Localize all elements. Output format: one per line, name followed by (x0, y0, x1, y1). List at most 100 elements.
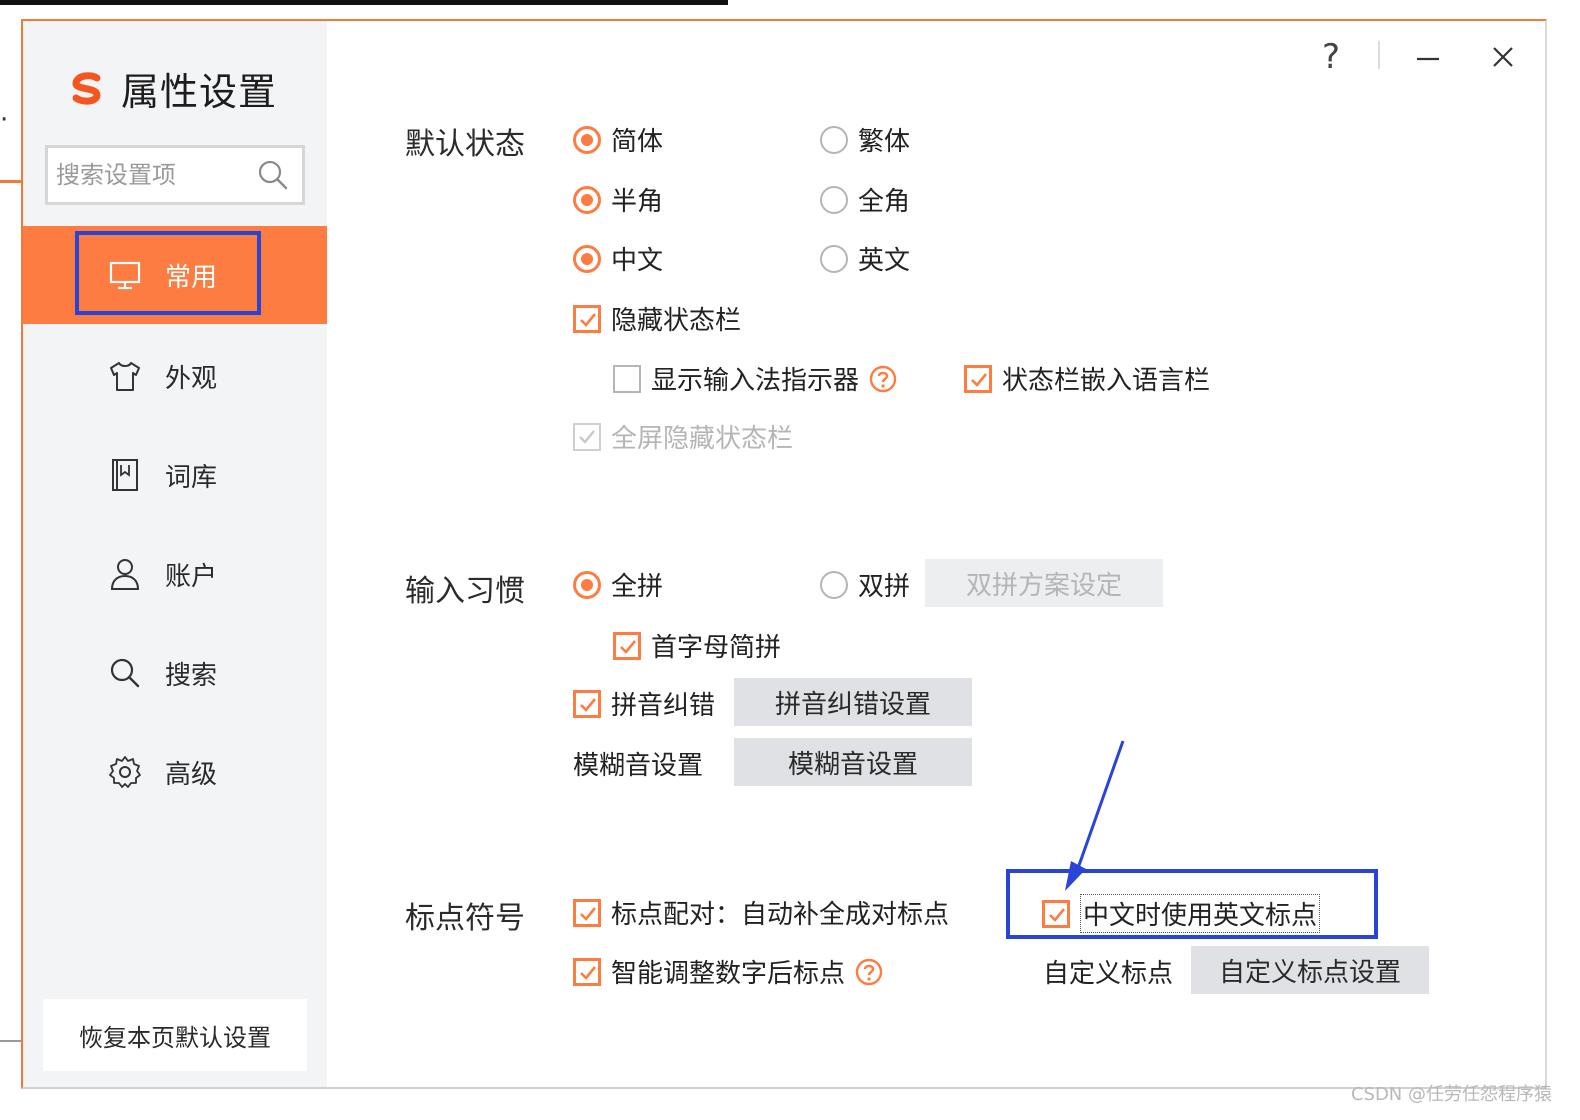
radio-half-width[interactable]: 半角 (573, 181, 663, 218)
fuzzy-sound-settings-button[interactable]: 模糊音设置 (734, 738, 972, 786)
help-icon[interactable] (869, 365, 897, 393)
section-title-default-state: 默认状态 (405, 127, 525, 162)
sidebar-item-label: 搜索 (165, 660, 218, 691)
minimize-icon[interactable] (1409, 39, 1445, 75)
check-icon (580, 312, 597, 327)
background-char: · (0, 105, 9, 135)
option-label: 繁体 (858, 127, 911, 157)
window-title: 属性设置 (121, 70, 278, 114)
restore-defaults-button[interactable]: 恢复本页默认设置 (43, 999, 307, 1071)
sidebar-item-account[interactable]: 账户 (23, 525, 327, 623)
settings-window: 属性设置 常用 外观 (21, 19, 1547, 1089)
checkbox-initial-abbrev[interactable]: 首字母简拼 (613, 627, 781, 664)
radio-full-width[interactable]: 全角 (820, 181, 910, 218)
checkbox-smart-adjust[interactable]: 智能调整数字后标点 (573, 953, 883, 990)
sidebar-item-label: 账户 (165, 561, 218, 592)
close-icon[interactable] (1485, 39, 1521, 75)
search-box[interactable] (45, 145, 305, 205)
fuzzy-sound-label: 模糊音设置 (573, 751, 704, 781)
checkbox[interactable] (964, 364, 992, 393)
sidebar: 属性设置 常用 外观 (23, 21, 327, 1087)
checkbox[interactable] (573, 898, 601, 927)
radio-button[interactable] (573, 185, 601, 214)
background-line (0, 1040, 22, 1042)
radio-button[interactable] (573, 570, 601, 599)
highlight-box (75, 231, 261, 315)
sidebar-item-advanced[interactable]: 高级 (23, 723, 327, 821)
option-label: 拼音纠错 (611, 691, 716, 721)
radio-double-pinyin[interactable]: 双拼 (820, 566, 910, 603)
radio-simplified[interactable]: 简体 (573, 121, 663, 158)
double-pinyin-scheme-button: 双拼方案设定 (925, 559, 1163, 607)
option-label: 全屏隐藏状态栏 (611, 424, 794, 454)
checkbox-fullscreen-hide: 全屏隐藏状态栏 (573, 418, 793, 455)
radio-english[interactable]: 英文 (820, 240, 910, 277)
checkbox[interactable] (613, 631, 641, 660)
option-label: 全角 (858, 187, 911, 217)
option-label: 中文 (611, 246, 664, 276)
sogou-logo-icon (72, 71, 101, 105)
option-label: 智能调整数字后标点 (611, 959, 846, 989)
sidebar-item-search[interactable]: 搜索 (23, 624, 327, 722)
section-title-input-habit: 输入习惯 (405, 574, 525, 609)
radio-button[interactable] (820, 185, 848, 214)
radio-button[interactable] (820, 125, 848, 154)
custom-punct-label: 自定义标点 (1043, 959, 1174, 989)
watermark: CSDN @任劳任怨程序猿 (1350, 1084, 1552, 1105)
checkbox-embed-language-bar[interactable]: 状态栏嵌入语言栏 (964, 360, 1210, 397)
gear-icon (109, 756, 141, 788)
check-icon (971, 372, 988, 387)
radio-button[interactable] (573, 125, 601, 154)
checkbox-auto-pair[interactable]: 标点配对：自动补全成对标点 (573, 894, 949, 931)
check-icon (580, 906, 597, 921)
option-label: 状态栏嵌入语言栏 (1002, 366, 1211, 396)
checkbox[interactable] (573, 304, 601, 333)
radio-full-pinyin[interactable]: 全拼 (573, 566, 663, 603)
search-input[interactable] (48, 160, 256, 190)
check-icon (580, 697, 597, 712)
option-label: 全拼 (611, 572, 664, 602)
section-title-punctuation: 标点符号 (405, 901, 525, 936)
checkbox[interactable] (613, 364, 641, 393)
radio-button[interactable] (820, 570, 848, 599)
checkbox-hide-status-bar[interactable]: 隐藏状态栏 (573, 300, 741, 337)
user-icon (110, 559, 140, 590)
option-label: 双拼 (858, 572, 911, 602)
option-label: 简体 (611, 127, 664, 157)
help-button[interactable]: ? (1313, 39, 1349, 75)
background-line (0, 180, 22, 183)
sidebar-item-label: 高级 (165, 759, 218, 790)
help-icon[interactable] (855, 958, 883, 986)
checkbox[interactable] (573, 689, 601, 718)
sidebar-item-label: 外观 (165, 363, 218, 394)
window-header: 属性设置 (67, 61, 277, 116)
titlebar-divider (1378, 41, 1380, 69)
option-label: 隐藏状态栏 (611, 306, 742, 336)
search-icon[interactable] (256, 158, 290, 192)
check-icon (620, 639, 637, 654)
radio-chinese[interactable]: 中文 (573, 240, 663, 277)
shirt-icon (110, 362, 140, 391)
checkbox-pinyin-correction[interactable]: 拼音纠错 (573, 685, 715, 722)
sidebar-item-appearance[interactable]: 外观 (23, 327, 327, 425)
option-label: 显示输入法指示器 (651, 366, 860, 396)
sidebar-item-dictionary[interactable]: 词库 (23, 426, 327, 524)
checkbox-show-indicator[interactable]: 显示输入法指示器 (613, 360, 897, 397)
check-icon (580, 965, 597, 980)
checkbox[interactable] (573, 957, 601, 986)
check-icon (579, 429, 595, 444)
annotation-arrow (1065, 740, 1125, 891)
option-label: 半角 (611, 187, 664, 217)
checkbox (573, 422, 601, 451)
radio-button[interactable] (820, 244, 848, 273)
option-label: 标点配对：自动补全成对标点 (611, 900, 950, 930)
custom-punct-settings-button[interactable]: 自定义标点设置 (1191, 946, 1429, 994)
background-bar (0, 0, 728, 5)
radio-traditional[interactable]: 繁体 (820, 121, 910, 158)
dictionary-icon (112, 459, 138, 491)
option-label: 英文 (858, 246, 911, 276)
radio-button[interactable] (573, 244, 601, 273)
option-label: 首字母简拼 (651, 633, 782, 663)
search-icon (110, 658, 140, 688)
pinyin-correction-settings-button[interactable]: 拼音纠错设置 (734, 678, 972, 726)
